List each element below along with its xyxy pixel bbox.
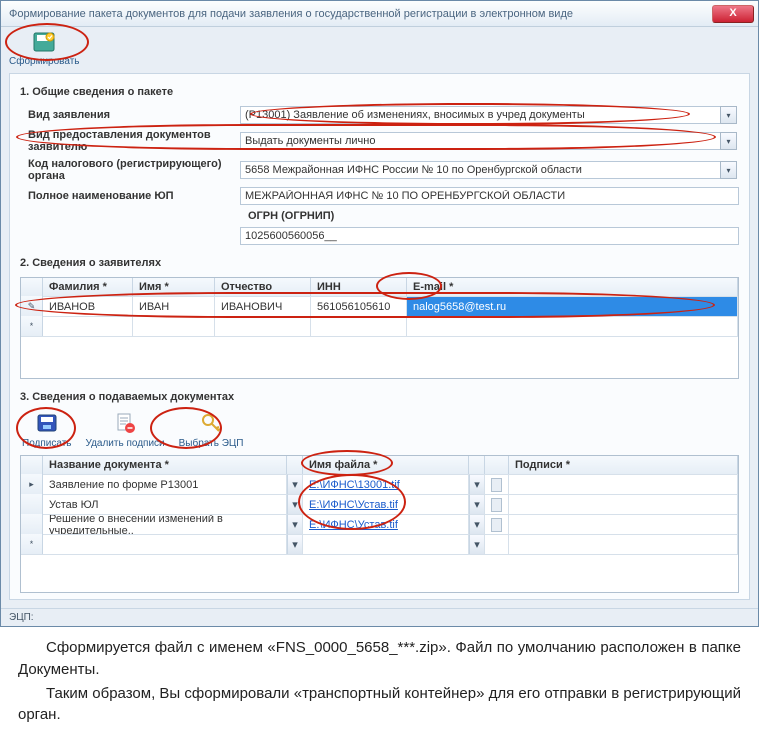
toolbar: Сформировать: [1, 27, 758, 73]
form-package-button[interactable]: Сформировать: [9, 30, 80, 67]
col-email: E-mail *: [407, 278, 738, 296]
cell-name[interactable]: ИВАН: [133, 296, 215, 316]
delete-icon: [112, 411, 138, 435]
dropdown-vid-zayav[interactable]: ▾: [720, 106, 737, 124]
titlebar: Формирование пакета документов для подач…: [1, 1, 758, 27]
table-row-empty[interactable]: *: [21, 316, 738, 336]
section3-title: 3. Сведения о подаваемых документах: [20, 391, 739, 403]
delete-signatures-button[interactable]: Удалить подписи: [86, 411, 165, 449]
cell-inn[interactable]: 561056105610: [311, 296, 407, 316]
sig-box[interactable]: [491, 478, 502, 492]
section2-title: 2. Сведения о заявителях: [20, 257, 739, 269]
dropdown-vid-pred[interactable]: ▾: [720, 132, 737, 150]
form-package-label: Сформировать: [9, 56, 80, 67]
row-new-icon: *: [21, 316, 43, 336]
cell-doc-name[interactable]: Решение о внесении изменений в учредител…: [43, 514, 287, 534]
documents-grid: Название документа * Имя файла * Подписи…: [20, 455, 739, 593]
label-ogrn: ОГРН (ОГРНИП): [240, 210, 721, 222]
table-row[interactable]: Устав ЮЛ ▾ E:\ИФНС\Устав.tif ▾: [21, 494, 738, 514]
status-bar: ЭЦП:: [1, 608, 758, 626]
doc-name-dropdown[interactable]: ▾: [287, 494, 303, 514]
table-row-empty[interactable]: * ▾▾: [21, 534, 738, 554]
sig-box[interactable]: [491, 518, 502, 532]
doc-name-dropdown[interactable]: ▾: [287, 514, 303, 534]
label-vid-pred: Вид предоставления документов заявителю: [20, 129, 240, 153]
app-window: Формирование пакета документов для подач…: [0, 0, 759, 627]
sign-button[interactable]: Подписать: [22, 411, 72, 449]
label-kod-nalog: Код налогового (регистрирующего) органа: [20, 158, 240, 182]
row-indicator-icon: ✎: [21, 296, 43, 316]
row-indicator-icon: ▸: [21, 474, 43, 494]
file-link[interactable]: E:\ИФНС\13001.tif: [309, 479, 400, 491]
row-new-icon: *: [21, 534, 43, 554]
col-otch: Отчество: [215, 278, 311, 296]
window-title: Формирование пакета документов для подач…: [5, 8, 712, 20]
doc-name-dropdown[interactable]: ▾: [287, 474, 303, 494]
dropdown-kod-nalog[interactable]: ▾: [720, 161, 737, 179]
col-name: Имя *: [133, 278, 215, 296]
sign-label: Подписать: [22, 438, 72, 449]
file-link[interactable]: E:\ИФНС\Устав.tif: [309, 499, 398, 511]
input-vid-zayav[interactable]: [240, 106, 721, 124]
cell-doc-name[interactable]: Устав ЮЛ: [43, 494, 287, 514]
section1-title: 1. Общие сведения о пакете: [20, 86, 739, 98]
section1-form: Вид заявления ▾ Вид предоставления докум…: [20, 106, 739, 245]
key-icon: [198, 411, 224, 435]
applicants-header: Фамилия * Имя * Отчество ИНН E-mail *: [21, 278, 738, 296]
cell-fam[interactable]: ИВАНОВ: [43, 296, 133, 316]
close-button[interactable]: X: [712, 5, 754, 23]
choose-label: Выбрать ЭЦП: [179, 438, 244, 449]
cell-otch[interactable]: ИВАНОВИЧ: [215, 296, 311, 316]
applicants-grid: Фамилия * Имя * Отчество ИНН E-mail * ✎ …: [20, 277, 739, 379]
sign-icon: [34, 411, 60, 435]
form-package-icon: [30, 30, 58, 54]
col-sig: Подписи *: [509, 456, 738, 474]
file-dropdown[interactable]: ▾: [469, 474, 485, 494]
table-row[interactable]: ✎ ИВАНОВ ИВАН ИВАНОВИЧ 561056105610 nalo…: [21, 296, 738, 316]
col-fam: Фамилия *: [43, 278, 133, 296]
table-row[interactable]: ▸ Заявление по форме Р13001 ▾ E:\ИФНС\13…: [21, 474, 738, 494]
status-text: ЭЦП:: [9, 612, 34, 623]
input-poln-naim[interactable]: [240, 187, 739, 205]
input-ogrn[interactable]: [240, 227, 739, 245]
file-link[interactable]: E:\ИФНС\Устав.tif: [309, 519, 398, 531]
label-poln-naim: Полное наименование ЮП: [20, 190, 240, 202]
doc-toolbar: Подписать Удалить подписи Выбрать ЭЦП: [22, 411, 739, 449]
sig-box[interactable]: [491, 498, 502, 512]
file-dropdown[interactable]: ▾: [469, 514, 485, 534]
caption-p1: Сформируется файл с именем «FNS_0000_565…: [18, 637, 741, 681]
col-inn: ИНН: [311, 278, 407, 296]
cell-doc-name[interactable]: Заявление по форме Р13001: [43, 474, 287, 494]
content-panel: 1. Общие сведения о пакете Вид заявления…: [9, 73, 750, 600]
cell-email[interactable]: nalog5658@test.ru: [407, 296, 738, 316]
table-row[interactable]: Решение о внесении изменений в учредител…: [21, 514, 738, 534]
input-vid-pred[interactable]: [240, 132, 721, 150]
file-dropdown[interactable]: ▾: [469, 494, 485, 514]
col-doc-name: Название документа *: [43, 456, 287, 474]
input-kod-nalog[interactable]: [240, 161, 721, 179]
choose-ecp-button[interactable]: Выбрать ЭЦП: [179, 411, 244, 449]
label-vid-zayav: Вид заявления: [20, 109, 240, 121]
caption-text: Сформируется файл с именем «FNS_0000_565…: [0, 627, 759, 738]
delete-label: Удалить подписи: [86, 438, 165, 449]
col-file: Имя файла *: [303, 456, 469, 474]
caption-p2: Таким образом, Вы сформировали «транспор…: [18, 683, 741, 727]
